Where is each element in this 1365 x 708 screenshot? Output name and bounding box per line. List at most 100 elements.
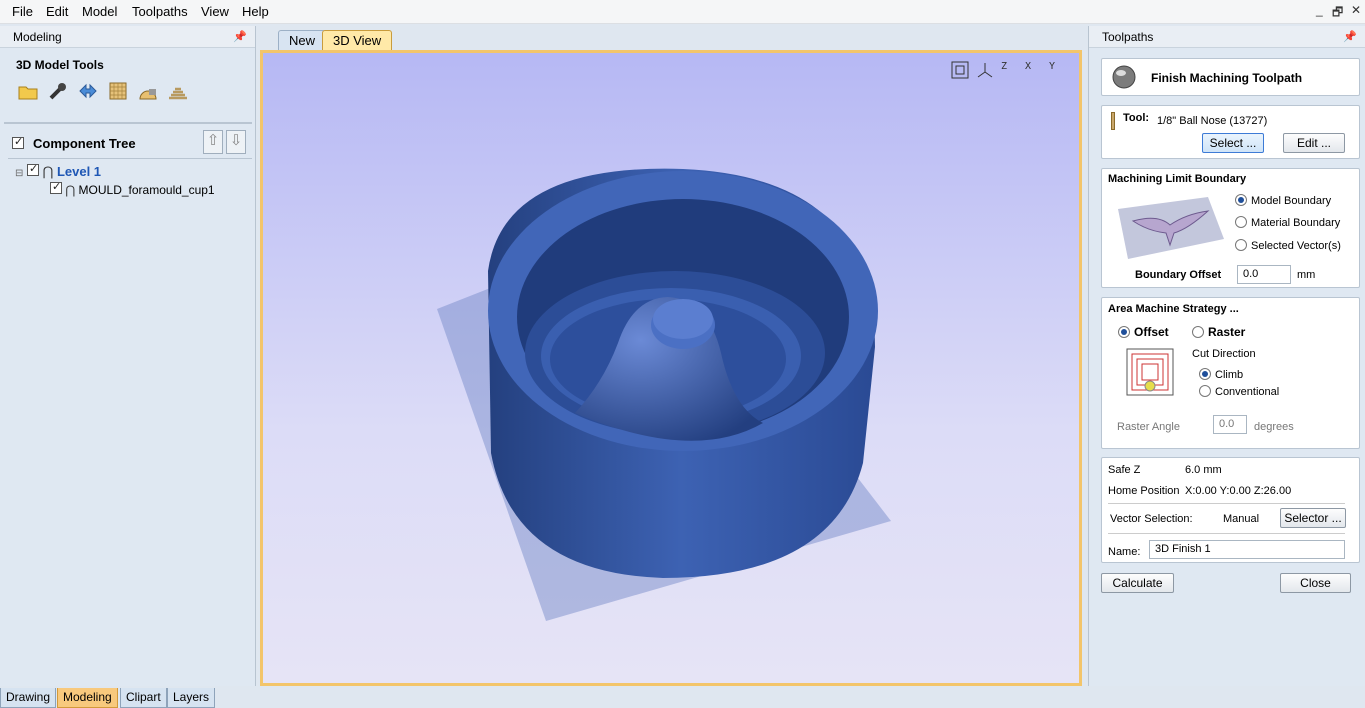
component-tree-checkbox[interactable] (12, 135, 24, 152)
level-checkbox[interactable] (27, 162, 40, 176)
component-tree-label: Component Tree (33, 136, 136, 151)
offset-strategy-icon (1126, 348, 1174, 396)
offset-label: Offset (1134, 325, 1169, 339)
boundary-box: Machining Limit Boundary Model Boundary … (1101, 168, 1360, 288)
name-input[interactable]: 3D Finish 1 (1149, 540, 1345, 559)
document-tabs: New 3D View (258, 26, 1083, 50)
panel-header: Modeling 📌 (0, 26, 255, 48)
close-button[interactable]: Close (1280, 573, 1351, 593)
selected-vectors-option[interactable]: Selected Vector(s) (1235, 239, 1341, 252)
pin-icon[interactable]: 📌 (1343, 26, 1357, 48)
model-boundary-label: Model Boundary (1251, 195, 1332, 207)
menu-help[interactable]: Help (242, 4, 269, 19)
toolpath-title: Finish Machining Toolpath (1151, 71, 1303, 85)
raster-angle-unit: degrees (1254, 421, 1294, 433)
name-label: Name: (1108, 546, 1141, 558)
tools-title: 3D Model Tools (16, 58, 104, 72)
raster-option[interactable]: Raster (1192, 325, 1245, 339)
menu-file[interactable]: File (12, 4, 33, 19)
tab-layers[interactable]: Layers (167, 688, 216, 708)
move-up-button[interactable]: ⇧ (203, 130, 223, 154)
selected-vectors-label: Selected Vector(s) (1251, 240, 1341, 252)
radio[interactable] (1118, 326, 1130, 338)
modeling-panel: Modeling 📌 3D Model Tools Component Tree… (0, 26, 256, 708)
offset-option[interactable]: Offset (1118, 325, 1169, 339)
tab-modeling[interactable]: Modeling (57, 688, 118, 708)
edit-tool-button[interactable]: Edit ... (1283, 133, 1345, 153)
climb-option[interactable]: Climb (1199, 368, 1243, 381)
material-boundary-option[interactable]: Material Boundary (1235, 216, 1340, 229)
component-checkbox[interactable] (50, 180, 62, 194)
menu-model[interactable]: Model (82, 4, 117, 19)
folder-icon[interactable] (17, 81, 39, 101)
safe-z-label: Safe Z (1108, 464, 1141, 476)
conventional-option[interactable]: Conventional (1199, 385, 1279, 398)
minimize-icon[interactable]: _ (1316, 3, 1323, 17)
toolpaths-panel: Toolpaths 📌 Finish Machining Toolpath To… (1088, 26, 1365, 686)
tool-box: Tool: 1/8" Ball Nose (13727) Select ... … (1101, 105, 1360, 159)
radio[interactable] (1235, 216, 1247, 228)
material-boundary-label: Material Boundary (1251, 217, 1341, 229)
collapse-icon[interactable]: ⊟ (15, 168, 23, 179)
texture-icon[interactable] (107, 81, 129, 101)
home-position-label: Home Position (1108, 485, 1180, 497)
boundary-offset-input[interactable]: 0.0 (1237, 265, 1291, 284)
menu-toolpaths[interactable]: Toolpaths (132, 4, 188, 19)
level-icon: ⋂ (42, 164, 54, 179)
menu-edit[interactable]: Edit (46, 4, 68, 19)
tool-icon (1111, 112, 1115, 130)
eagle-preview-icon (1118, 197, 1224, 259)
selector-button[interactable]: Selector ... (1280, 508, 1346, 528)
tab-clipart[interactable]: Clipart (120, 688, 167, 708)
title-box: Finish Machining Toolpath (1101, 58, 1360, 96)
arrows-icon[interactable] (77, 81, 99, 101)
level-label: Level 1 (56, 164, 102, 179)
tree-row-level[interactable]: ⊟ ⋂ Level 1 (15, 162, 102, 180)
pin-icon[interactable]: 📌 (233, 26, 247, 48)
radio[interactable] (1199, 385, 1211, 397)
component-icon: ⋂ (65, 183, 76, 197)
close-icon[interactable]: ✕ (1351, 3, 1361, 17)
restore-icon[interactable]: 🗗 (1332, 3, 1343, 24)
divider (4, 122, 252, 124)
panel-header: Toolpaths 📌 (1089, 26, 1365, 48)
3d-viewport[interactable]: Z X Y (260, 50, 1082, 686)
wrench-icon[interactable] (47, 81, 69, 101)
menu-view[interactable]: View (201, 4, 229, 19)
boundary-title: Machining Limit Boundary (1108, 173, 1247, 185)
tab-new[interactable]: New (278, 30, 327, 50)
panel-title: Modeling (13, 30, 62, 44)
model-boundary-option[interactable]: Model Boundary (1235, 194, 1331, 207)
tab-drawing[interactable]: Drawing (0, 688, 57, 708)
strategy-box: Area Machine Strategy ... Offset Raster … (1101, 297, 1360, 449)
divider (1108, 503, 1345, 504)
divider (8, 158, 252, 159)
calculate-button[interactable]: Calculate (1101, 573, 1174, 593)
radio[interactable] (1235, 194, 1247, 206)
radio[interactable] (1192, 326, 1204, 338)
home-position-value: X:0.00 Y:0.00 Z:26.00 (1185, 485, 1292, 497)
radio[interactable] (1235, 239, 1247, 251)
select-tool-button[interactable]: Select ... (1202, 133, 1264, 153)
component-label: MOULD_foramould_cup1 (78, 183, 215, 197)
cone-cap (653, 299, 713, 339)
tool-name: 1/8" Ball Nose (13727) (1157, 115, 1268, 127)
lock-dome-icon[interactable] (137, 81, 159, 101)
vector-selection-mode: Manual (1223, 513, 1260, 525)
tool-label: Tool: (1123, 112, 1150, 124)
strategy-title: Area Machine Strategy ... (1108, 303, 1239, 315)
boundary-offset-unit: mm (1297, 269, 1316, 281)
raster-angle-input[interactable]: 0.0 (1213, 415, 1247, 434)
bottom-tabs: Drawing Modeling Clipart Layers (0, 686, 256, 708)
move-down-button[interactable]: ⇩ (226, 130, 246, 154)
conventional-label: Conventional (1215, 386, 1280, 398)
tab-3d-view[interactable]: 3D View (322, 30, 393, 50)
raster-angle-label: Raster Angle (1117, 421, 1180, 433)
tree-row-component[interactable]: ⋂ MOULD_foramould_cup1 (50, 180, 215, 197)
radio[interactable] (1199, 368, 1211, 380)
checkbox[interactable] (12, 135, 24, 149)
settings-box: Safe Z 6.0 mm Home Position X:0.00 Y:0.0… (1101, 457, 1360, 563)
cut-direction-label: Cut Direction (1192, 348, 1256, 360)
panel-title: Toolpaths (1102, 30, 1154, 44)
layers-dome-icon[interactable] (167, 81, 189, 101)
